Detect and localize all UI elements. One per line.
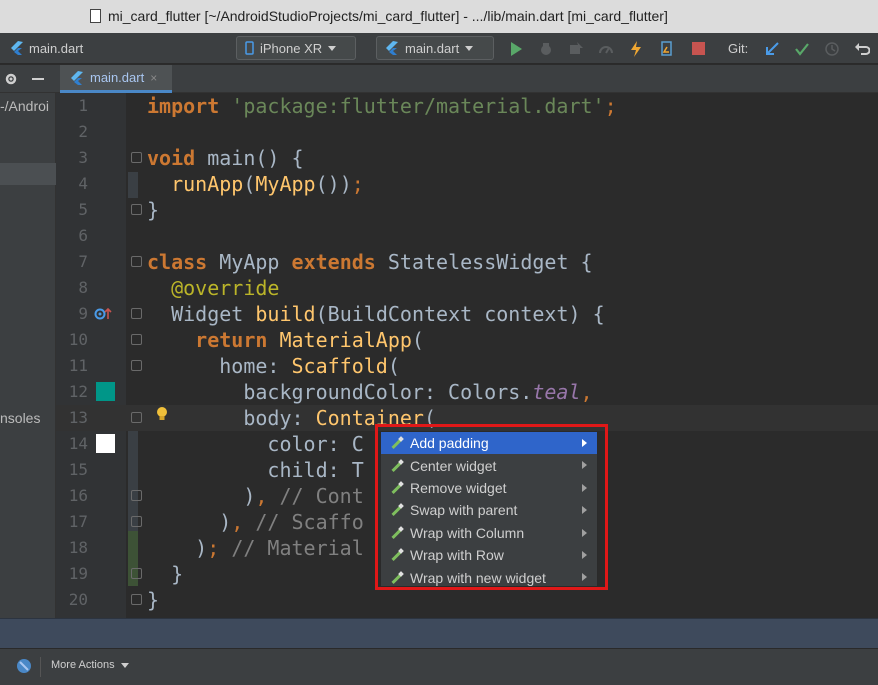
profiler-icon[interactable] [598,41,614,57]
window-titlebar: mi_card_flutter [~/AndroidStudioProjects… [0,0,878,33]
device-label: iPhone XR [260,40,323,56]
line-number: 14 [68,434,88,453]
line-number: 3 [78,148,88,167]
line-number: 10 [68,330,88,349]
run-config-label: main.dart [405,40,460,56]
fold-marker-icon[interactable] [131,204,142,215]
close-tab-icon[interactable]: × [150,71,157,85]
code-line-11: home: Scaffold( [219,354,400,378]
run-config-selector[interactable]: main.dart [376,36,494,60]
fold-marker-icon[interactable] [131,594,142,605]
line-number: 18 [68,538,88,557]
fold-marker-icon[interactable] [131,334,142,345]
line-number: 6 [78,226,88,245]
consoles-item[interactable]: nsoles [0,410,40,426]
stop-icon[interactable] [692,42,705,55]
status-bar: More Actions [0,648,878,685]
fold-marker-icon[interactable] [131,256,142,267]
fold-marker-icon[interactable] [131,152,142,163]
code-line-3: void main() { [147,146,304,170]
hot-reload-icon[interactable] [630,40,642,58]
project-panel: -/Androi nsoles [0,93,56,618]
code-line-7: class MyApp extends StatelessWidget { [147,250,593,274]
code-line-4: runApp(MyApp()); [171,172,364,196]
line-number: 9 [78,304,88,323]
chevron-down-icon [328,45,337,51]
flutter-outline-icon[interactable] [16,658,32,674]
line-number: 13 [68,408,88,427]
code-line-5: } [147,198,160,222]
run-icon[interactable] [509,41,523,57]
code-line-16: ), // Cont [147,484,364,508]
line-number: 4 [78,174,88,193]
color-swatch-icon[interactable] [96,382,115,401]
undo-icon[interactable] [854,41,870,57]
debug-icon[interactable] [538,41,554,57]
fold-marker-icon[interactable] [131,360,142,371]
flutter-file-icon [71,70,83,85]
tool-window-strip [0,618,878,648]
main-toolbar: main.dart iPhone XR main.dart Git: [0,33,878,64]
code-line-14: color: C [267,432,364,456]
line-number: 20 [68,590,88,609]
flutter-file-icon [11,41,23,55]
code-line-12: backgroundColor: Colors.teal, [243,380,593,404]
vcs-commit-icon[interactable] [794,41,810,57]
fold-marker-icon[interactable] [131,568,142,579]
code-line-19: } [147,562,184,586]
code-line-1: import 'package:flutter/material.dart'; [147,94,617,118]
breadcrumb-file: main.dart [29,40,84,56]
tab-label: main.dart [90,70,145,85]
editor-tabbar: main.dart × [0,65,878,93]
indent-guide [128,172,138,198]
line-number: 17 [68,512,88,531]
breadcrumb[interactable]: main.dart [10,40,83,56]
project-path[interactable]: -/Androi [0,98,49,114]
code-line-10: return MaterialApp( [195,328,424,352]
code-line-17: ), // Scaffo [147,510,364,534]
color-swatch-icon[interactable] [96,434,115,453]
chevron-down-icon [465,45,474,51]
chevron-down-icon [120,662,129,668]
flutter-icon [386,41,398,55]
window-title: mi_card_flutter [~/AndroidStudioProjects… [108,8,668,24]
line-number: 11 [68,356,88,375]
selected-tree-row[interactable] [0,163,56,185]
code-line-15: child: T [267,458,364,482]
more-actions-button[interactable]: More Actions [51,659,129,671]
vcs-update-icon[interactable] [764,41,780,57]
hot-restart-icon[interactable] [660,40,674,58]
fold-marker-icon[interactable] [131,412,142,423]
attach-debugger-icon[interactable] [568,41,584,57]
line-number: 19 [68,564,88,583]
line-number: 7 [78,252,88,271]
line-number: 12 [68,382,88,401]
line-number: 8 [78,278,88,297]
line-number: 15 [68,460,88,479]
code-line-18: ); // Material [147,536,364,560]
file-icon [90,9,101,23]
line-number: 16 [68,486,88,505]
divider [40,657,41,677]
line-number: 1 [78,96,88,115]
fold-marker-icon[interactable] [131,516,142,527]
annotation-highlight-box [375,424,608,590]
minimize-icon[interactable] [32,78,44,80]
history-icon[interactable] [824,41,840,57]
fold-marker-icon[interactable] [131,308,142,319]
tab-main-dart[interactable]: main.dart × [60,65,172,93]
code-line-20: } [147,588,160,612]
more-actions-label: More Actions [51,659,115,671]
device-selector[interactable]: iPhone XR [236,36,356,60]
fold-marker-icon[interactable] [131,490,142,501]
override-marker-icon[interactable] [94,306,114,322]
code-line-8: @override [171,276,280,300]
phone-icon [245,41,254,55]
git-label: Git: [728,41,749,56]
line-number: 2 [78,122,88,141]
line-number: 5 [78,200,88,219]
code-line-9: Widget build(BuildContext context) { [171,302,605,326]
gear-icon[interactable] [4,72,18,86]
